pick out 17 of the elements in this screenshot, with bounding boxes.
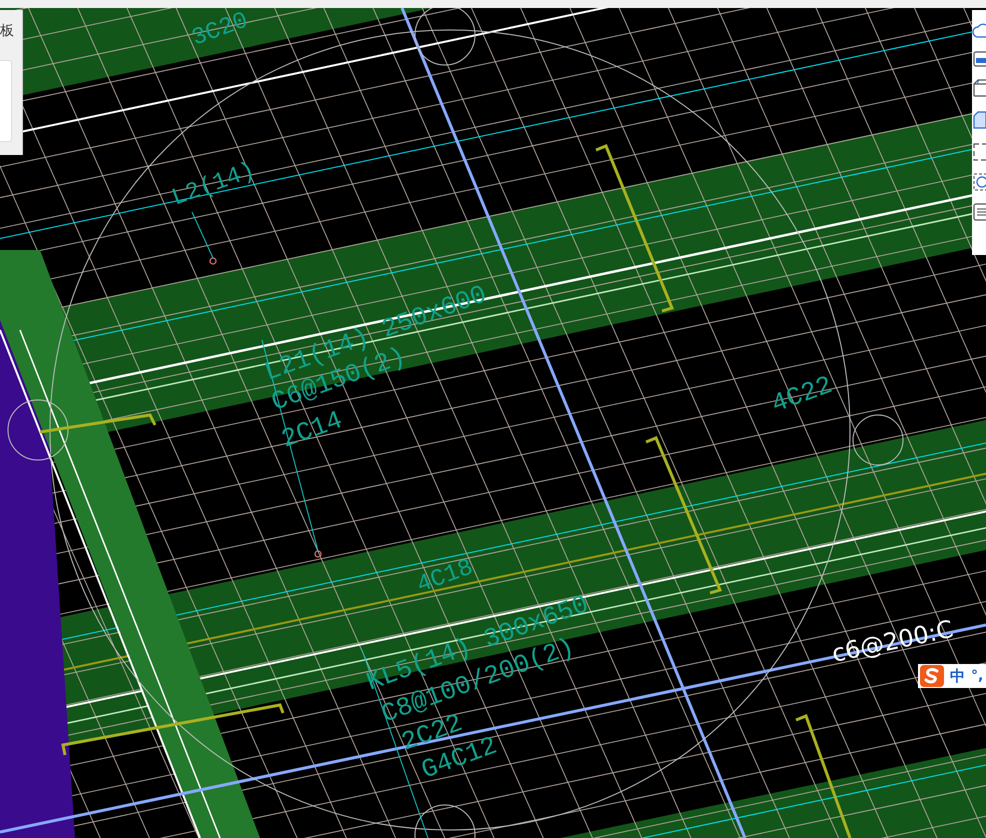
globe-icon[interactable] bbox=[972, 172, 986, 192]
list-icon[interactable] bbox=[972, 202, 986, 222]
input-mode-toggle[interactable]: 中 bbox=[950, 666, 965, 686]
panel-field[interactable] bbox=[0, 60, 12, 142]
rebar-label: 4C22 bbox=[767, 370, 836, 420]
cloud-icon[interactable] bbox=[972, 22, 986, 40]
frame-icon[interactable] bbox=[972, 50, 986, 68]
rebar-label: 3C20 bbox=[188, 8, 252, 53]
circle-outline bbox=[852, 414, 904, 466]
punctuation-toggle[interactable]: °, bbox=[971, 668, 984, 684]
leader-line bbox=[192, 212, 214, 258]
logo-icon[interactable] bbox=[920, 665, 944, 687]
panel-title: 板 bbox=[0, 22, 14, 40]
rebar-label: 4C18 bbox=[414, 554, 477, 600]
point-mark bbox=[209, 257, 217, 265]
point-mark bbox=[314, 550, 322, 558]
dashed-box-icon[interactable] bbox=[972, 142, 986, 162]
